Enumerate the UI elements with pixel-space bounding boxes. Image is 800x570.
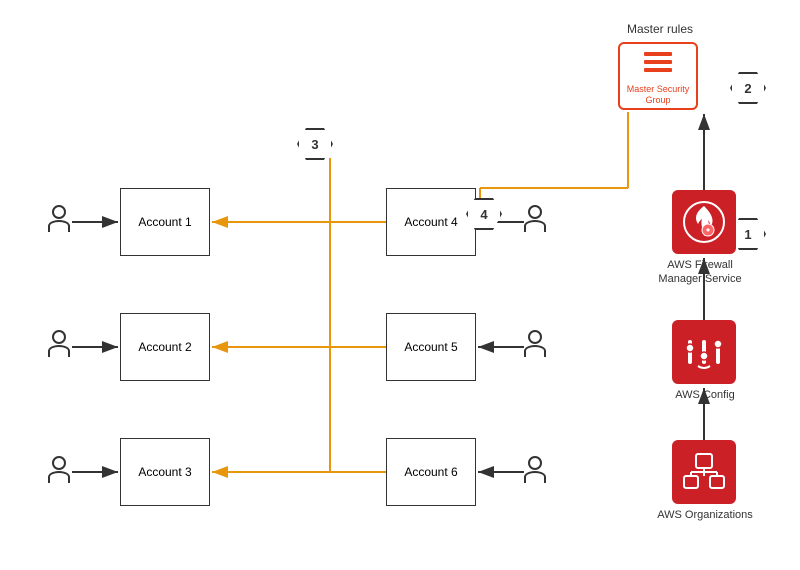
user-head xyxy=(52,205,66,219)
badge-3-shape: 3 xyxy=(297,128,333,160)
master-security-group-box: Master Security Group xyxy=(618,42,698,110)
account-box-1: Account 1 xyxy=(120,188,210,256)
account-label-2: Account 2 xyxy=(138,340,191,354)
badge-2-shape: 2 xyxy=(730,72,766,104)
account-label-1: Account 1 xyxy=(138,215,191,229)
badge-2-label: 2 xyxy=(744,81,751,96)
user-head xyxy=(52,456,66,470)
user-body xyxy=(524,471,546,483)
user-account3 xyxy=(48,456,70,483)
diagram-container: Account 1 Account 2 Account 3 Account 4 … xyxy=(0,0,800,570)
user-account5 xyxy=(524,330,546,357)
badge-3-label: 3 xyxy=(311,137,318,152)
badge-2: 2 xyxy=(730,72,766,104)
org-icon xyxy=(680,448,728,496)
aws-org-box xyxy=(672,440,736,504)
badge-1-label: 1 xyxy=(744,227,751,242)
account-label-6: Account 6 xyxy=(404,465,457,479)
master-sg-label: Master Security Group xyxy=(620,84,696,106)
master-sg-icon xyxy=(640,46,676,82)
account-box-2: Account 2 xyxy=(120,313,210,381)
user-head xyxy=(528,456,542,470)
aws-config-box xyxy=(672,320,736,384)
account-label-4: Account 4 xyxy=(404,215,457,229)
master-rules-label: Master rules xyxy=(615,22,705,36)
firewall-icon xyxy=(680,198,728,246)
user-account6 xyxy=(524,456,546,483)
user-body xyxy=(48,220,70,232)
config-icon xyxy=(680,328,728,376)
badge-4-shape: 4 xyxy=(466,198,502,230)
user-head xyxy=(52,330,66,344)
account-box-3: Account 3 xyxy=(120,438,210,506)
badge-4: 4 xyxy=(466,198,502,230)
master-rules-text: Master rules xyxy=(627,22,693,36)
user-account1 xyxy=(48,205,70,232)
account-box-6: Account 6 xyxy=(386,438,476,506)
user-body xyxy=(48,345,70,357)
account-box-4: Account 4 xyxy=(386,188,476,256)
user-body xyxy=(524,345,546,357)
badge-3: 3 xyxy=(297,128,333,160)
aws-org-label: AWS Organizations xyxy=(650,508,760,522)
aws-config-label: AWS Config xyxy=(660,388,750,402)
user-head xyxy=(528,330,542,344)
aws-firewall-box xyxy=(672,190,736,254)
aws-firewall-label: AWS Firewall Manager Service xyxy=(645,258,755,287)
user-head xyxy=(528,205,542,219)
user-account4 xyxy=(524,205,546,232)
account-label-5: Account 5 xyxy=(404,340,457,354)
badge-4-label: 4 xyxy=(480,207,487,222)
account-label-3: Account 3 xyxy=(138,465,191,479)
user-account2 xyxy=(48,330,70,357)
user-body xyxy=(48,471,70,483)
account-box-5: Account 5 xyxy=(386,313,476,381)
user-body xyxy=(524,220,546,232)
